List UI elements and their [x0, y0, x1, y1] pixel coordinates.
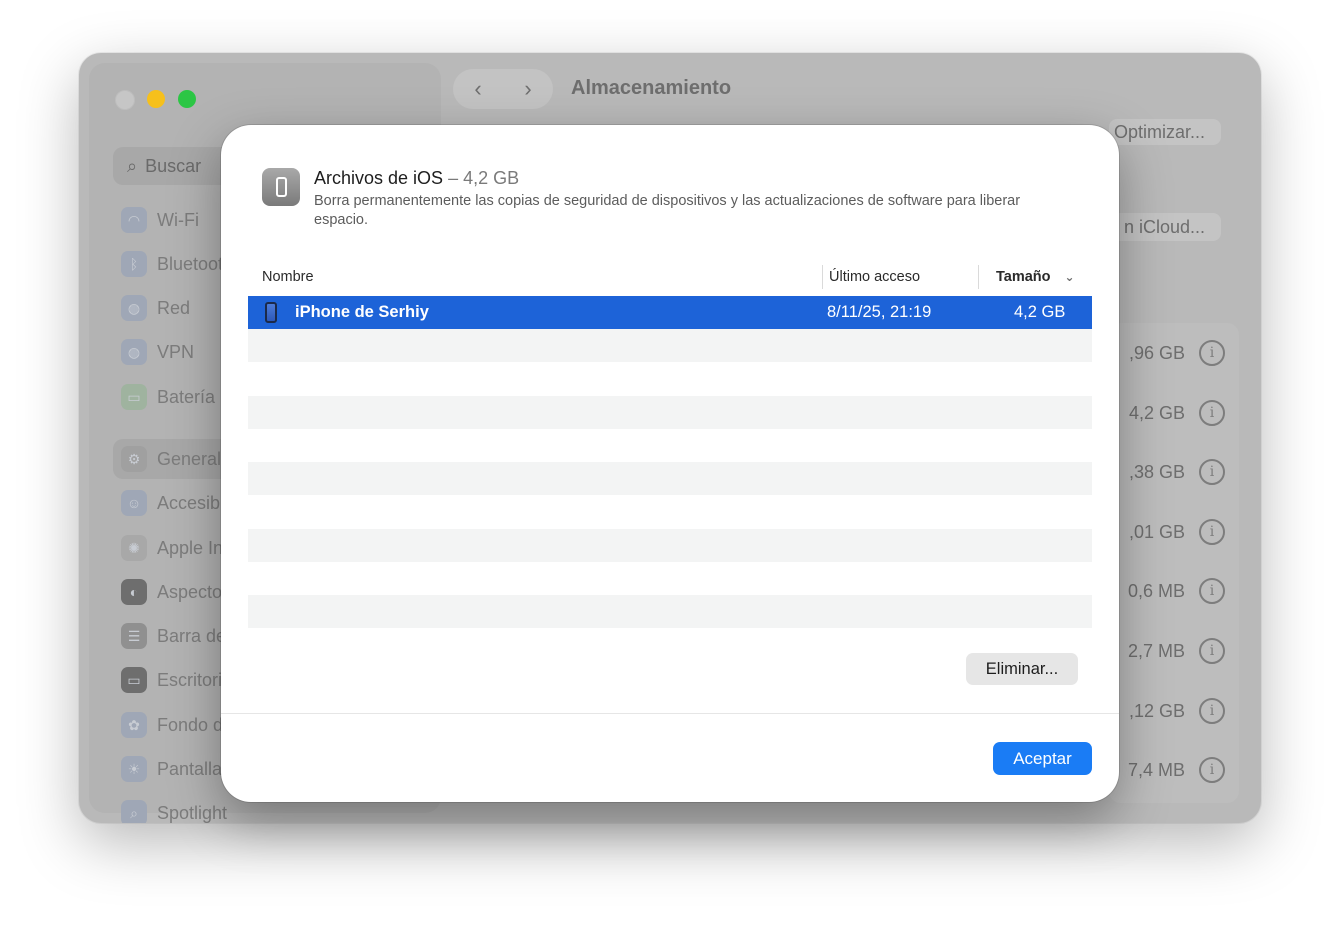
info-icon[interactable]: i	[1199, 400, 1225, 426]
sidebar-item-label: Spotlight	[157, 802, 228, 823]
ios-files-sheet: Archivos de iOS – 4,2 GB Borra permanent…	[221, 125, 1119, 802]
globe-icon: ◍	[121, 295, 147, 321]
empty-row	[248, 495, 1092, 528]
info-icon[interactable]: i	[1199, 519, 1225, 545]
empty-row	[248, 529, 1092, 562]
empty-row	[248, 562, 1092, 595]
desktop-icon: ▭	[121, 667, 147, 693]
sidebar-item-label: Batería	[157, 386, 216, 407]
sidebar-item-label: General	[157, 448, 222, 469]
sheet-title-text: Archivos de iOS	[314, 168, 444, 188]
table-row[interactable]: iPhone de Serhiy 8/11/25, 21:19 4,2 GB	[248, 296, 1092, 329]
page-title: Almacenamiento	[571, 77, 732, 99]
iphone-icon	[265, 302, 277, 323]
phone-icon	[275, 177, 287, 197]
optimize-button[interactable]: Optimizar...	[1109, 119, 1221, 145]
storage-row: ,12 GB i	[1109, 681, 1239, 741]
storage-size: ,96 GB	[1128, 342, 1185, 363]
sidebar-item-label: VPN	[157, 341, 195, 362]
info-icon[interactable]: i	[1199, 340, 1225, 366]
delete-button[interactable]: Eliminar...	[966, 653, 1078, 685]
empty-row	[248, 595, 1092, 628]
apple-intelligence-icon: ✺	[121, 535, 147, 561]
accessibility-icon: ☺	[121, 490, 147, 516]
vpn-icon: ◍	[121, 339, 147, 365]
gear-icon: ⚙	[121, 446, 147, 472]
appearance-icon: ◐	[121, 579, 147, 605]
column-header-last-access[interactable]: Último acceso	[829, 266, 920, 288]
maximize-window-button[interactable]	[178, 90, 196, 108]
storage-size: ,12 GB	[1128, 700, 1185, 721]
storage-row: 0,6 MB i	[1109, 561, 1239, 621]
ok-button[interactable]: Aceptar	[993, 742, 1092, 775]
forward-button[interactable]: ›	[524, 76, 531, 102]
column-header-size[interactable]: Tamaño ⌄	[996, 266, 1075, 288]
sidebar-item-label: Aspecto	[157, 581, 223, 602]
control-center-icon: ☰	[121, 623, 147, 649]
sidebar-item-label: Wi-Fi	[157, 209, 199, 230]
storage-row: 7,4 MB i	[1109, 740, 1239, 800]
storage-row: ,01 GB i	[1109, 502, 1239, 562]
storage-size: 4,2 GB	[1128, 402, 1185, 423]
wallpaper-icon: ✿	[121, 712, 147, 738]
divider	[221, 713, 1119, 714]
sidebar-item-label: Red	[157, 297, 191, 318]
column-divider[interactable]	[978, 265, 979, 289]
column-header-label: Último acceso	[829, 269, 921, 285]
empty-row	[248, 462, 1092, 495]
row-last-access: 8/11/25, 21:19	[827, 303, 932, 321]
storage-row: ,96 GB i	[1109, 323, 1239, 383]
column-header-label: Tamaño	[996, 269, 1051, 285]
storage-row: 2,7 MB i	[1109, 621, 1239, 681]
search-placeholder: Buscar	[145, 155, 202, 176]
row-size: 4,2 GB	[1014, 303, 1066, 321]
sidebar-item-label: Pantallas	[157, 758, 232, 779]
bluetooth-icon: ᛒ	[121, 251, 147, 277]
sheet-description: Borra permanentemente las copias de segu…	[314, 193, 1021, 228]
empty-row	[248, 329, 1092, 362]
column-header-name[interactable]: Nombre	[262, 266, 314, 288]
spotlight-icon: ⌕	[121, 800, 147, 823]
empty-row	[248, 362, 1092, 395]
sheet-title-size: 4,2 GB	[463, 168, 520, 188]
empty-row	[248, 429, 1092, 462]
storage-size: ,38 GB	[1128, 461, 1185, 482]
storage-row: 4,2 GB i	[1109, 383, 1239, 443]
sidebar-item-label: Apple Int	[157, 537, 229, 558]
row-name: iPhone de Serhiy	[295, 303, 429, 321]
column-header-label: Nombre	[262, 269, 314, 285]
info-icon[interactable]: i	[1199, 757, 1225, 783]
info-icon[interactable]: i	[1199, 698, 1225, 724]
storage-row: ,38 GB i	[1109, 442, 1239, 502]
back-button[interactable]: ‹	[474, 76, 481, 102]
sidebar-item-label: Barra de	[157, 625, 227, 646]
info-icon[interactable]: i	[1199, 638, 1225, 664]
column-divider[interactable]	[822, 265, 823, 289]
title-separator: –	[448, 168, 459, 188]
search-icon: ⌕	[127, 155, 138, 176]
chevron-down-icon: ⌄	[1064, 270, 1075, 284]
ios-device-icon	[262, 168, 300, 206]
info-icon[interactable]: i	[1199, 459, 1225, 485]
battery-icon: ▭	[121, 384, 147, 410]
storage-size: 0,6 MB	[1127, 580, 1185, 601]
minimize-window-button[interactable]	[147, 90, 165, 108]
storage-size: ,01 GB	[1128, 521, 1185, 542]
display-icon: ☀	[121, 756, 147, 782]
close-window-button[interactable]	[115, 90, 135, 110]
storage-size: 7,4 MB	[1127, 759, 1185, 780]
info-icon[interactable]: i	[1199, 578, 1225, 604]
optimize-button-label: Optimizar...	[1113, 121, 1205, 142]
sidebar-item-label: Accesibil	[157, 492, 229, 513]
sheet-title: Archivos de iOS – 4,2 GB	[314, 168, 519, 189]
empty-row	[248, 396, 1092, 429]
navigation-buttons: ‹ ›	[453, 69, 553, 109]
icloud-button-label: n iCloud...	[1123, 216, 1205, 237]
icloud-button[interactable]: n iCloud...	[1109, 213, 1221, 241]
storage-size: 2,7 MB	[1127, 640, 1185, 661]
wifi-icon: ◠	[121, 207, 147, 233]
